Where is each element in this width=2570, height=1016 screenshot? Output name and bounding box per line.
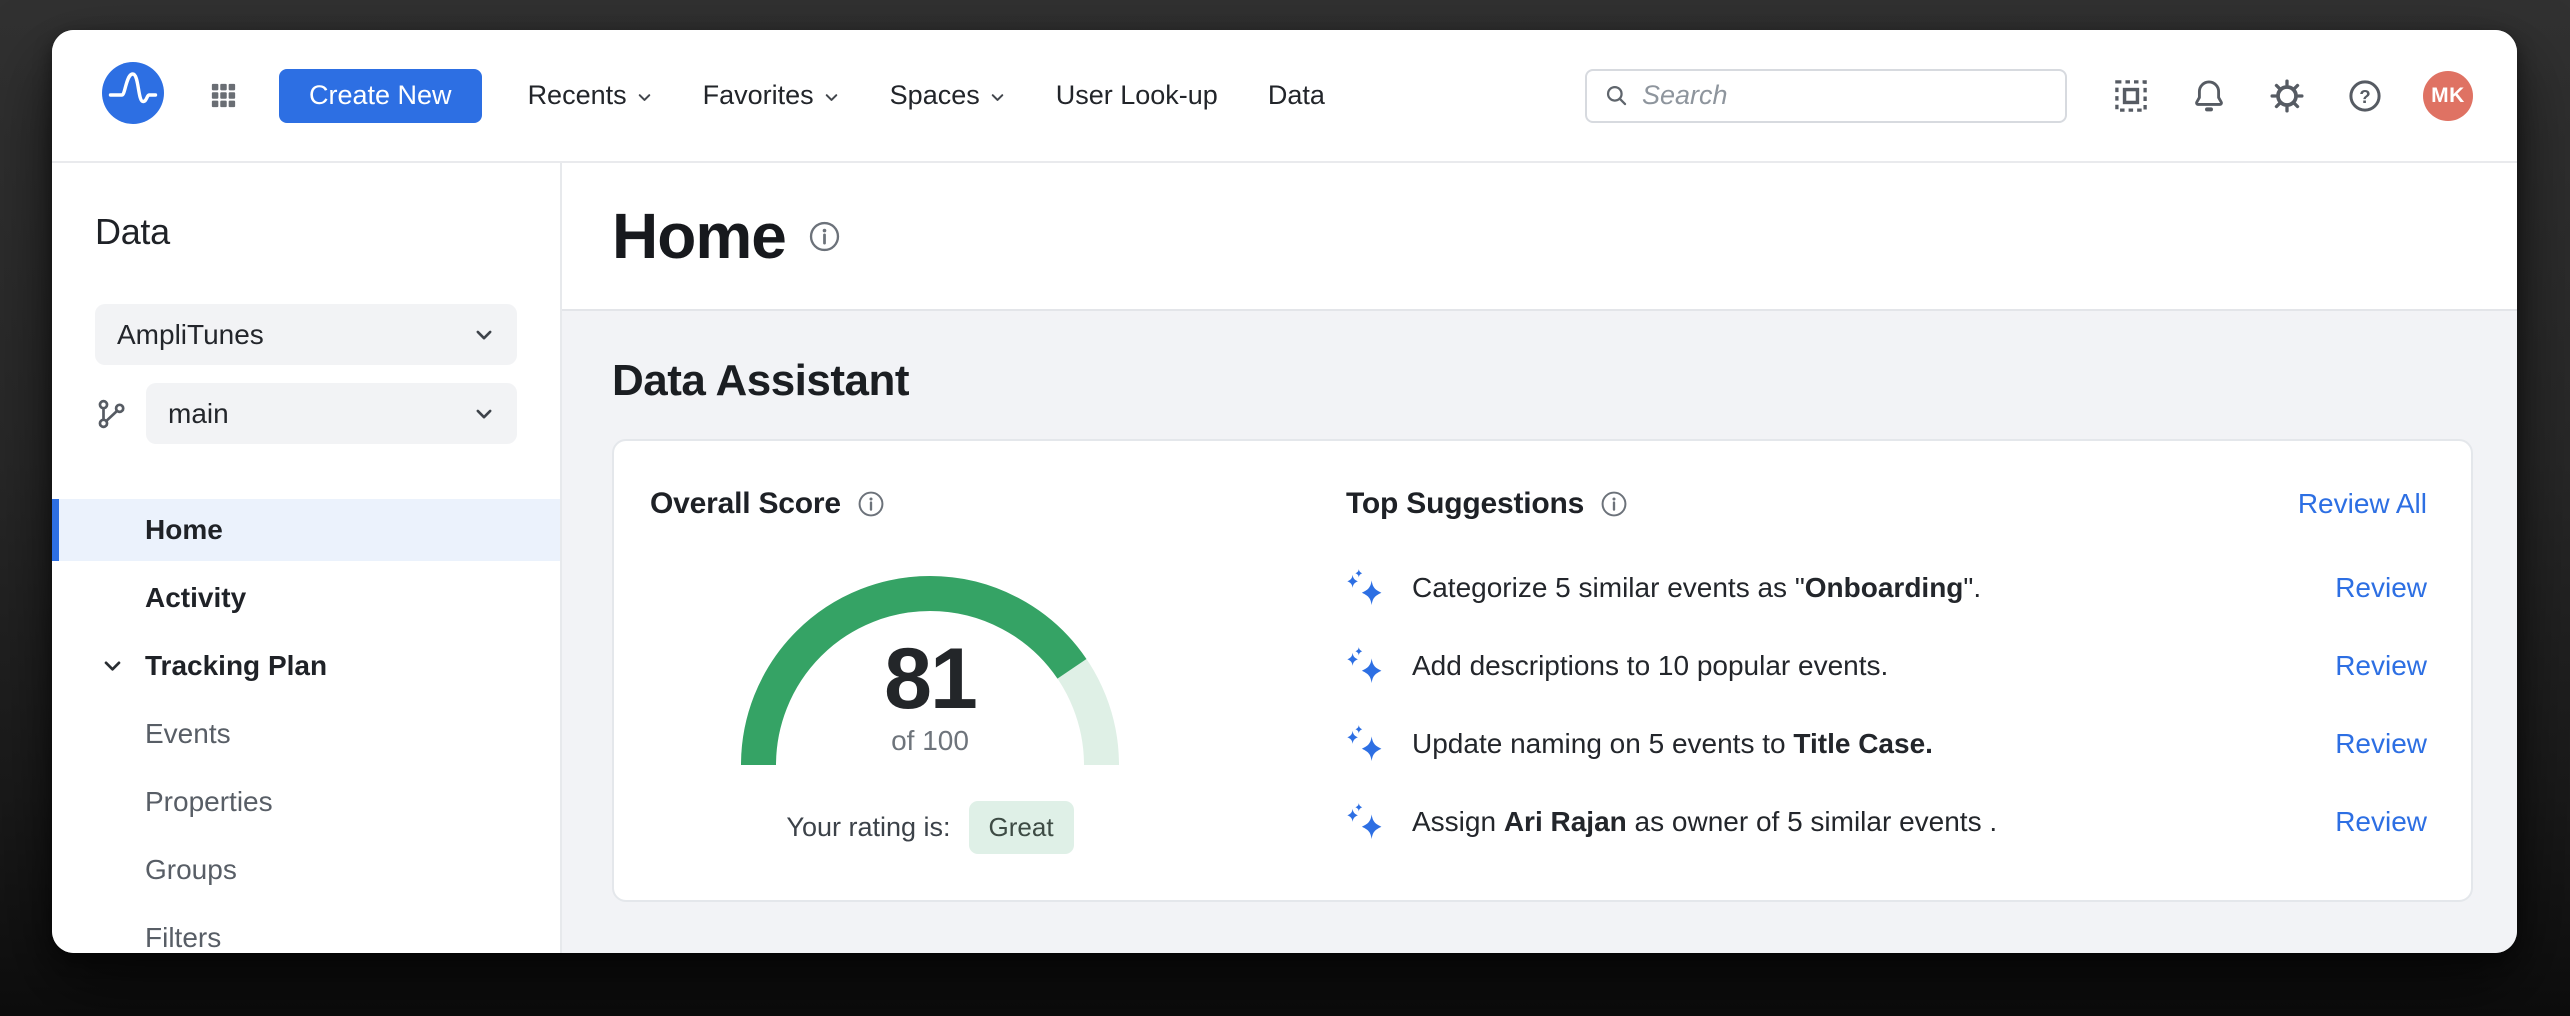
gauge-labels: 81 of 100 bbox=[740, 575, 1120, 767]
sidebar-item-home[interactable]: Home bbox=[52, 499, 560, 561]
score-max-label: of 100 bbox=[891, 725, 969, 757]
chevron-down-icon bbox=[473, 324, 495, 346]
nav-item-data[interactable]: Data bbox=[1268, 80, 1325, 111]
nav-links: Recents Favorites Spaces User Look-up Data bbox=[528, 80, 1325, 111]
workspace-select-value: AmpliTunes bbox=[117, 319, 264, 351]
desktop-background: Create New Recents Favorites Spaces User Lo… bbox=[0, 0, 2570, 1016]
sidebar-item-groups[interactable]: Groups bbox=[52, 839, 560, 901]
sidebar-item-label: Activity bbox=[145, 582, 246, 614]
suggestion-text: Add descriptions to 10 popular events. bbox=[1412, 650, 2335, 682]
suggestions-title: Top Suggestions bbox=[1346, 487, 1584, 521]
sidebar-item-label: Tracking Plan bbox=[145, 650, 327, 682]
search-input[interactable] bbox=[1642, 80, 2049, 111]
review-link[interactable]: Review bbox=[2335, 806, 2427, 838]
suggestion-row: Categorize 5 similar events as "Onboardi… bbox=[1346, 549, 2427, 627]
review-link[interactable]: Review bbox=[2335, 728, 2427, 760]
sparkles-icon bbox=[1346, 803, 1384, 841]
top-navbar: Create New Recents Favorites Spaces User Lo… bbox=[52, 30, 2517, 163]
sidebar-item-label: Home bbox=[145, 514, 223, 546]
sidebar: Data AmpliTunes main bbox=[52, 163, 562, 953]
suggestion-row: Update naming on 5 events to Title Case.… bbox=[1346, 705, 2427, 783]
nav-item-label: User Look-up bbox=[1056, 80, 1218, 111]
suggestion-text: Update naming on 5 events to Title Case. bbox=[1412, 728, 2335, 760]
score-gauge: 81 of 100 bbox=[740, 575, 1120, 767]
suggestion-text: Assign Ari Rajan as owner of 5 similar e… bbox=[1412, 806, 2335, 838]
git-branch-icon bbox=[95, 397, 129, 431]
branch-select-value: main bbox=[168, 398, 229, 430]
review-link[interactable]: Review bbox=[2335, 572, 2427, 604]
info-icon[interactable] bbox=[1600, 490, 1628, 518]
dashed-frame-icon[interactable] bbox=[2113, 78, 2149, 114]
branch-select[interactable]: main bbox=[146, 383, 517, 444]
user-avatar[interactable]: MK bbox=[2423, 71, 2473, 121]
score-value: 81 bbox=[884, 637, 976, 721]
nav-item-label: Spaces bbox=[890, 80, 980, 111]
sparkles-icon bbox=[1346, 725, 1384, 763]
suggestions-header: Top Suggestions Re bbox=[1346, 487, 2427, 521]
chevron-down-icon[interactable] bbox=[101, 655, 124, 678]
branch-row: main bbox=[95, 383, 517, 444]
search-box[interactable] bbox=[1585, 69, 2067, 123]
sparkles-icon bbox=[1346, 569, 1384, 607]
rating-row: Your rating is: Great bbox=[740, 801, 1120, 854]
help-icon[interactable]: ? bbox=[2347, 78, 2383, 114]
suggestions-heading: Top Suggestions bbox=[1346, 487, 1628, 521]
amplitude-logo-icon[interactable] bbox=[102, 62, 164, 129]
nav-item-favorites[interactable]: Favorites bbox=[703, 80, 840, 111]
workspace-select[interactable]: AmpliTunes bbox=[95, 304, 517, 365]
sidebar-item-properties[interactable]: Properties bbox=[52, 771, 560, 833]
nav-item-label: Recents bbox=[528, 80, 627, 111]
gear-icon[interactable] bbox=[2269, 78, 2305, 114]
page-header: Home bbox=[562, 163, 2517, 311]
rating-badge: Great bbox=[969, 801, 1074, 854]
navbar-icons: ? bbox=[2113, 78, 2383, 114]
overall-score-title: Overall Score bbox=[650, 487, 841, 521]
chevron-down-icon bbox=[473, 403, 495, 425]
sidebar-item-activity[interactable]: Activity bbox=[52, 567, 560, 629]
sidebar-item-label: Groups bbox=[145, 854, 237, 886]
overall-score-panel: Overall Score bbox=[650, 487, 1210, 900]
apps-grid-icon[interactable] bbox=[208, 80, 239, 111]
nav-item-spaces[interactable]: Spaces bbox=[890, 80, 1006, 111]
app-window: Create New Recents Favorites Spaces User Lo… bbox=[52, 30, 2517, 953]
sidebar-item-filters[interactable]: Filters bbox=[52, 907, 560, 953]
svg-text:?: ? bbox=[2359, 85, 2370, 106]
main-area: Home Data Assistant bbox=[562, 163, 2517, 953]
section-title: Data Assistant bbox=[612, 357, 2473, 405]
sidebar-item-events[interactable]: Events bbox=[52, 703, 560, 765]
top-suggestions-panel: Top Suggestions Re bbox=[1346, 487, 2427, 900]
nav-item-label: Favorites bbox=[703, 80, 814, 111]
search-icon bbox=[1603, 82, 1630, 109]
create-new-button[interactable]: Create New bbox=[279, 69, 482, 123]
info-icon[interactable] bbox=[857, 490, 885, 518]
review-all-link[interactable]: Review All bbox=[2298, 488, 2427, 520]
overall-score-heading: Overall Score bbox=[650, 487, 1210, 521]
suggestions-list: Categorize 5 similar events as "Onboardi… bbox=[1346, 549, 2427, 861]
nav-item-label: Data bbox=[1268, 80, 1325, 111]
rating-label: Your rating is: bbox=[786, 812, 950, 843]
content-area: Data Assistant Overall Score bbox=[562, 311, 2517, 953]
page-title: Home bbox=[612, 199, 786, 273]
sidebar-item-label: Filters bbox=[145, 922, 221, 953]
suggestion-row: Add descriptions to 10 popular events.Re… bbox=[1346, 627, 2427, 705]
data-assistant-card: Overall Score bbox=[612, 439, 2473, 902]
sidebar-item-tracking-plan[interactable]: Tracking Plan bbox=[52, 635, 560, 697]
sidebar-nav: Home Activity Tracking Plan Events Propertie… bbox=[52, 499, 560, 953]
suggestion-row: Assign Ari Rajan as owner of 5 similar e… bbox=[1346, 783, 2427, 861]
sidebar-item-label: Events bbox=[145, 718, 231, 750]
sidebar-item-label: Properties bbox=[145, 786, 273, 818]
nav-item-user-look-up[interactable]: User Look-up bbox=[1056, 80, 1218, 111]
bell-icon[interactable] bbox=[2191, 78, 2227, 114]
nav-item-recents[interactable]: Recents bbox=[528, 80, 653, 111]
review-link[interactable]: Review bbox=[2335, 650, 2427, 682]
sidebar-title: Data bbox=[95, 210, 560, 254]
info-icon[interactable] bbox=[808, 220, 841, 253]
sparkles-icon bbox=[1346, 647, 1384, 685]
suggestion-text: Categorize 5 similar events as "Onboardi… bbox=[1412, 572, 2335, 604]
